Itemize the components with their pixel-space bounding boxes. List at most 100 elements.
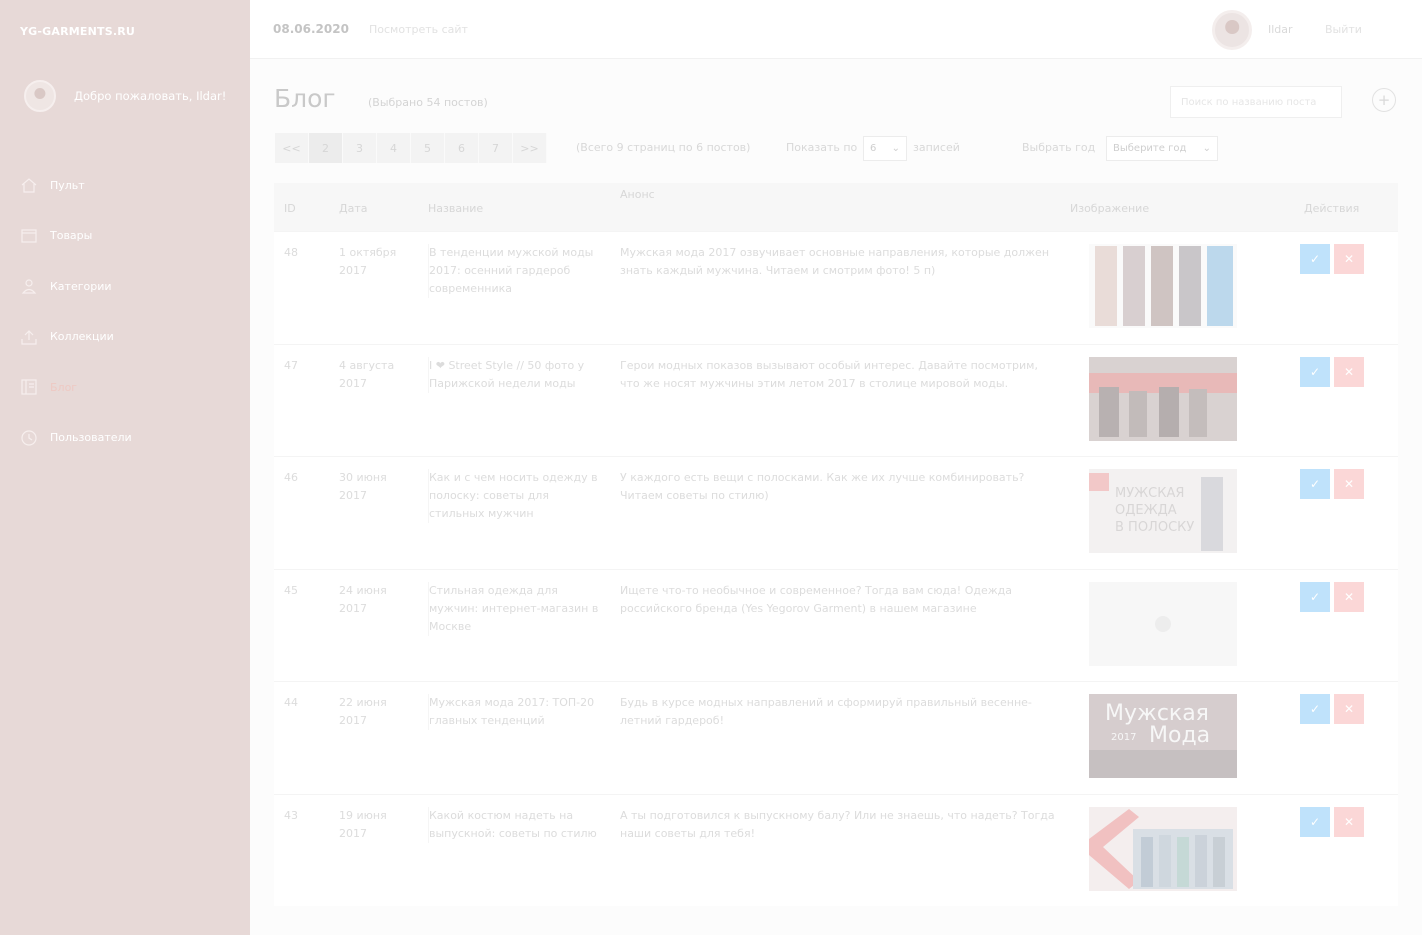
- post-title[interactable]: В тенденции мужской моды 2017: осенний г…: [428, 244, 607, 298]
- delete-button[interactable]: ✕: [1334, 694, 1364, 724]
- post-id: 44: [284, 696, 298, 709]
- user-name[interactable]: Ildar: [1268, 23, 1293, 36]
- post-title[interactable]: Стильная одежда для мужчин: интернет-маг…: [428, 581, 607, 636]
- row-actions: ✓ ✕: [1300, 806, 1364, 837]
- brand-logo[interactable]: YG-GARMENTS.RU: [20, 25, 135, 38]
- delete-button[interactable]: ✕: [1334, 581, 1364, 612]
- sidebar-item-users[interactable]: Пользователи: [0, 413, 250, 464]
- delete-button[interactable]: ✕: [1334, 244, 1364, 274]
- sidebar-item-blog[interactable]: Блог: [0, 362, 250, 413]
- edit-button[interactable]: ✓: [1300, 806, 1330, 837]
- page-title: Блог: [274, 84, 336, 113]
- table-row: 46 30 июня 2017 Как и с чем носить одежду …: [274, 456, 1398, 569]
- delete-button[interactable]: ✕: [1334, 469, 1364, 499]
- search-input[interactable]: [1170, 86, 1342, 118]
- welcome-block: Добро пожаловать, Ildar!: [24, 80, 226, 112]
- table-header: ID Дата Название Анонс Изображение Дейст…: [274, 183, 1398, 231]
- col-actions: Действия: [1304, 202, 1360, 215]
- sidebar-item-label: Блог: [50, 380, 78, 394]
- post-anons: У каждого есть вещи с полосками. Как же …: [620, 471, 1025, 502]
- pages-info: (Всего 9 страниц по 6 постов): [576, 141, 751, 154]
- svg-text:ОДЕЖДА: ОДЕЖДА: [1115, 503, 1177, 518]
- topbar: 08.06.2020 Посмотреть сайт Ildar Выйти: [250, 0, 1422, 59]
- page-button[interactable]: 6: [445, 133, 479, 163]
- post-thumbnail: [1089, 581, 1237, 666]
- box-icon: [20, 227, 38, 245]
- year-label: Выбрать год: [1022, 141, 1096, 154]
- page-button[interactable]: 5: [411, 133, 445, 163]
- pencil-icon: ✓: [1309, 477, 1321, 491]
- svg-text:2017: 2017: [1111, 732, 1136, 743]
- clock-icon: [20, 429, 38, 447]
- col-title[interactable]: Название: [428, 202, 483, 215]
- post-anons: Ищете что-то необычное и современное? То…: [620, 583, 1012, 615]
- row-actions: ✓ ✕: [1300, 581, 1364, 612]
- page-prev-button[interactable]: <<: [275, 133, 309, 163]
- user-icon: [20, 277, 38, 295]
- post-date: 4 августа 2017: [339, 358, 395, 390]
- home-icon: [20, 176, 38, 194]
- sidebar-item-categories[interactable]: Категории: [0, 261, 250, 312]
- post-title[interactable]: Какой костюм надеть на выпускной: советы…: [428, 806, 607, 843]
- trash-icon: ✕: [1343, 252, 1355, 266]
- table-row: 47 4 августа 2017 I ❤ Street Style // 50 ф…: [274, 343, 1398, 457]
- post-title[interactable]: I ❤ Street Style // 50 фото у Парижской …: [428, 356, 607, 393]
- post-anons: А ты подготовился к выпускному балу? Или…: [620, 808, 1055, 840]
- col-date[interactable]: Дата: [339, 202, 367, 215]
- sidebar-item-products[interactable]: Товары: [0, 211, 250, 262]
- add-post-button[interactable]: +: [1372, 88, 1396, 112]
- post-id: 46: [284, 471, 298, 484]
- current-date: 08.06.2020: [273, 22, 349, 36]
- row-actions: ✓ ✕: [1300, 694, 1364, 724]
- post-id: 45: [284, 583, 298, 597]
- post-thumbnail: МУЖСКАЯ ОДЕЖДА В ПОЛОСКУ: [1089, 469, 1237, 553]
- show-by-label: Показать по: [786, 141, 858, 154]
- pencil-icon: ✓: [1309, 252, 1321, 266]
- svg-text:В ПОЛОСКУ: В ПОЛОСКУ: [1115, 520, 1194, 535]
- chevron-down-icon: ⌄: [1202, 143, 1211, 154]
- year-select[interactable]: Выберите год ⌄: [1106, 136, 1218, 161]
- post-title[interactable]: Мужская мода 2017: ТОП-20 главных тенден…: [428, 694, 607, 730]
- table-row: 44 22 июня 2017 Мужская мода 2017: ТОП-20 …: [274, 681, 1398, 794]
- post-anons: Будь в курсе модных направлений и сформи…: [620, 696, 1032, 727]
- delete-button[interactable]: ✕: [1334, 806, 1364, 837]
- col-anons[interactable]: Анонс: [620, 188, 655, 201]
- page-button[interactable]: 2: [309, 133, 343, 163]
- col-id[interactable]: ID: [284, 202, 296, 215]
- pencil-icon: ✓: [1309, 814, 1321, 829]
- svg-text:МУЖСКАЯ: МУЖСКАЯ: [1115, 486, 1184, 501]
- view-site-link[interactable]: Посмотреть сайт: [369, 23, 468, 36]
- edit-button[interactable]: ✓: [1300, 581, 1330, 612]
- post-date: 30 июня 2017: [339, 471, 387, 502]
- post-date: 24 июня 2017: [339, 583, 387, 615]
- edit-button[interactable]: ✓: [1300, 244, 1330, 274]
- trash-icon: ✕: [1343, 814, 1355, 829]
- delete-button[interactable]: ✕: [1334, 356, 1364, 387]
- post-anons: Мужская мода 2017 озвучивает основные на…: [620, 246, 1050, 277]
- pencil-icon: ✓: [1309, 589, 1321, 604]
- sidebar-item-collections[interactable]: Коллекции: [0, 312, 250, 363]
- post-count: (Выбрано 54 постов): [368, 96, 488, 109]
- row-actions: ✓ ✕: [1300, 356, 1364, 387]
- post-thumbnail: Мужская 2017 Мода: [1089, 694, 1237, 778]
- page-next-button[interactable]: >>: [513, 133, 547, 163]
- table-row: 45 24 июня 2017 Стильная одежда для мужчин…: [274, 568, 1398, 682]
- edit-button[interactable]: ✓: [1300, 694, 1330, 724]
- edit-button[interactable]: ✓: [1300, 356, 1330, 387]
- sidebar-item-dashboard[interactable]: Пульт: [0, 160, 250, 211]
- pencil-icon: ✓: [1309, 364, 1321, 379]
- sidebar-item-label: Пользователи: [50, 431, 132, 445]
- page-button[interactable]: 3: [343, 133, 377, 163]
- post-date: 1 октября 2017: [339, 246, 397, 277]
- logout-link[interactable]: Выйти: [1325, 23, 1362, 36]
- edit-button[interactable]: ✓: [1300, 469, 1330, 499]
- sidebar-avatar: [24, 80, 56, 112]
- post-title[interactable]: Как и с чем носить одежду в полоску: сов…: [428, 469, 607, 523]
- page-button[interactable]: 7: [479, 133, 513, 163]
- page-button[interactable]: 4: [377, 133, 411, 163]
- user-avatar[interactable]: [1212, 10, 1252, 50]
- table-row: 48 1 октября 2017 В тенденции мужской моды…: [274, 231, 1398, 344]
- post-date: 19 июня 2017: [339, 808, 387, 840]
- svg-text:Мода: Мода: [1149, 723, 1210, 748]
- per-page-select[interactable]: 6 ⌄: [863, 136, 907, 161]
